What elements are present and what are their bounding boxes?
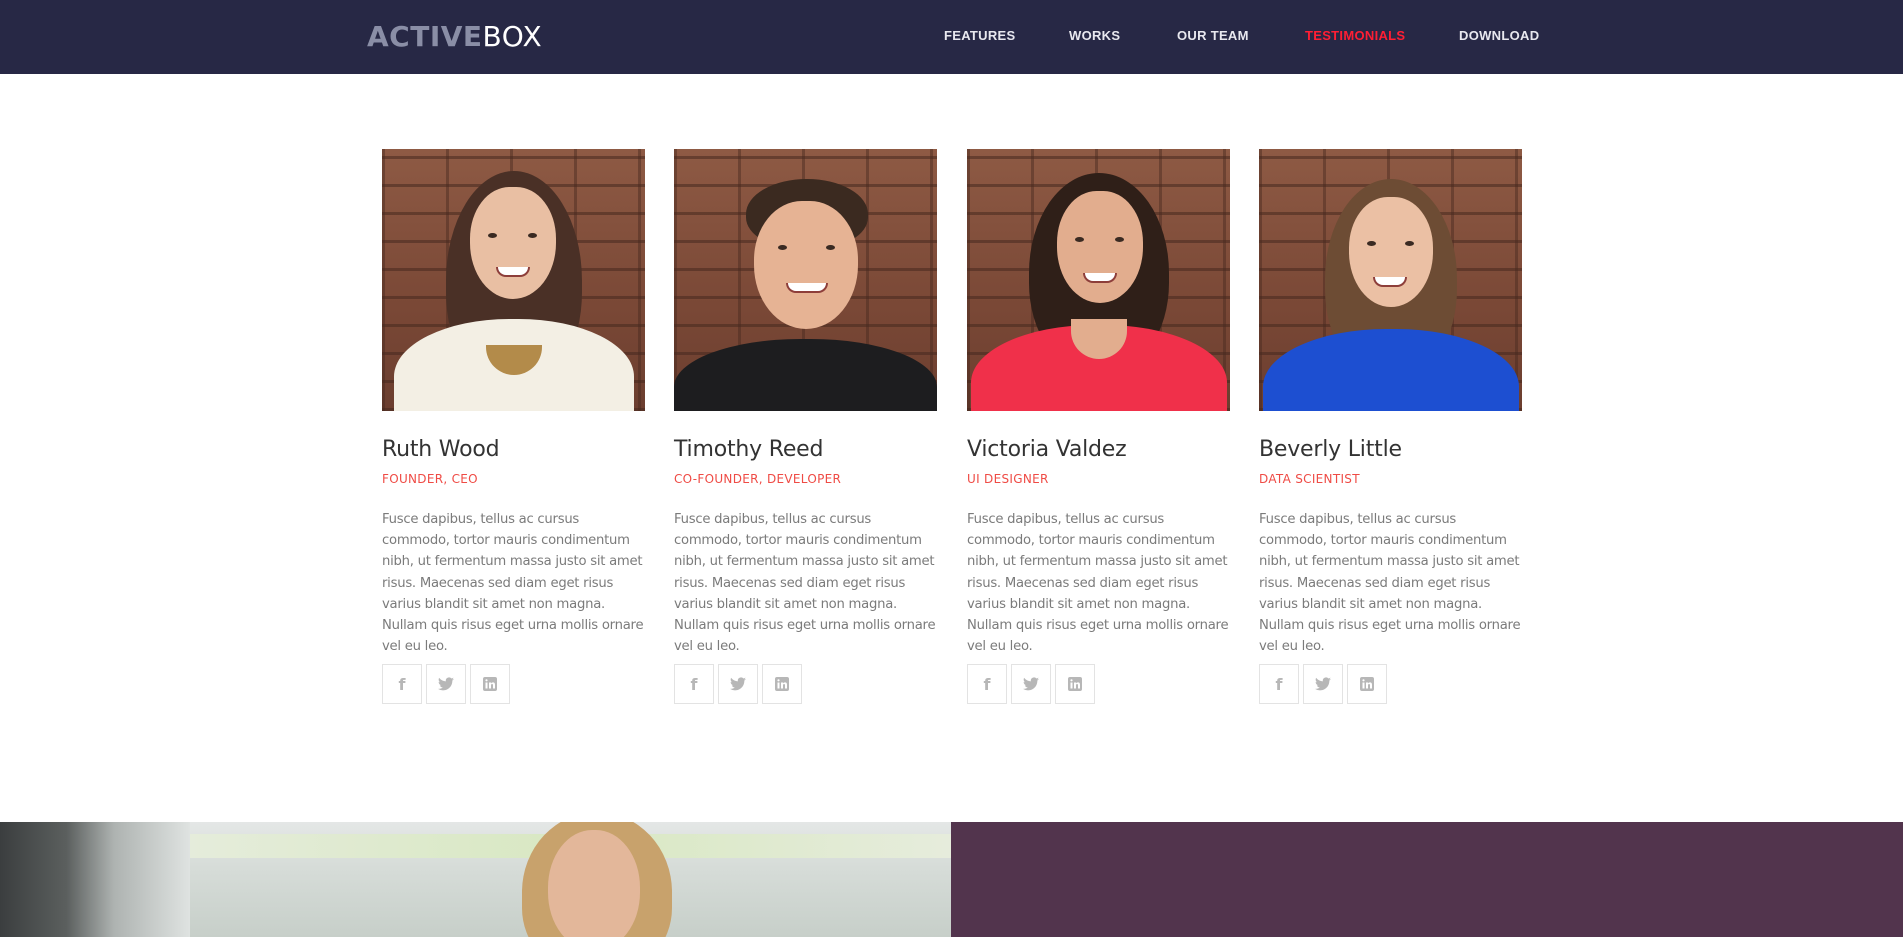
team-member-card: Victoria Valdez UI DESIGNER Fusce dapibu…	[967, 149, 1230, 704]
team-member-card: Ruth Wood FOUNDER, CEO Fusce dapibus, te…	[382, 149, 645, 704]
team-member-card: Timothy Reed CO-FOUNDER, DEVELOPER Fusce…	[674, 149, 937, 704]
nav-download[interactable]: DOWNLOAD	[1459, 28, 1539, 43]
twitter-icon[interactable]	[718, 664, 758, 704]
social-links: f	[674, 664, 937, 704]
facebook-icon[interactable]: f	[674, 664, 714, 704]
social-links: f	[382, 664, 645, 704]
twitter-icon[interactable]	[1303, 664, 1343, 704]
linkedin-icon[interactable]	[1055, 664, 1095, 704]
team-member-role: FOUNDER, CEO	[382, 472, 478, 486]
team-member-bio: Fusce dapibus, tellus ac cursus commodo,…	[967, 512, 1229, 655]
facebook-icon[interactable]: f	[967, 664, 1007, 704]
social-links: f	[967, 664, 1230, 704]
nav-features[interactable]: FEATURES	[944, 28, 1016, 43]
team-member-name: Beverly Little	[1259, 437, 1402, 462]
team-member-photo	[967, 149, 1230, 411]
team-member-bio: Fusce dapibus, tellus ac cursus commodo,…	[1259, 512, 1521, 655]
team-member-photo	[382, 149, 645, 411]
facebook-icon[interactable]: f	[1259, 664, 1299, 704]
social-links: f	[1259, 664, 1522, 704]
team-member-name: Ruth Wood	[382, 437, 500, 462]
team-member-card: Beverly Little DATA SCIENTIST Fusce dapi…	[1259, 149, 1522, 704]
main-nav: FEATURES WORKS OUR TEAM TESTIMONIALS DOW…	[0, 0, 1903, 74]
team-member-bio: Fusce dapibus, tellus ac cursus commodo,…	[674, 512, 936, 655]
testimonial-photo	[0, 822, 951, 937]
team-member-role: DATA SCIENTIST	[1259, 472, 1360, 486]
twitter-icon[interactable]	[426, 664, 466, 704]
team-member-bio: Fusce dapibus, tellus ac cursus commodo,…	[382, 512, 644, 655]
team-member-name: Timothy Reed	[674, 437, 824, 462]
nav-testimonials[interactable]: TESTIMONIALS	[1305, 28, 1405, 43]
team-member-role: UI DESIGNER	[967, 472, 1049, 486]
twitter-icon[interactable]	[1011, 664, 1051, 704]
team-member-photo	[1259, 149, 1522, 411]
testimonial-panel	[951, 822, 1903, 937]
team-member-name: Victoria Valdez	[967, 437, 1127, 462]
nav-our-team[interactable]: OUR TEAM	[1177, 28, 1249, 43]
team-member-photo	[674, 149, 937, 411]
linkedin-icon[interactable]	[470, 664, 510, 704]
facebook-icon[interactable]: f	[382, 664, 422, 704]
nav-works[interactable]: WORKS	[1069, 28, 1120, 43]
linkedin-icon[interactable]	[1347, 664, 1387, 704]
site-header: ACTIVEBOX FEATURES WORKS OUR TEAM TESTIM…	[0, 0, 1903, 74]
team-member-role: CO-FOUNDER, DEVELOPER	[674, 472, 842, 486]
linkedin-icon[interactable]	[762, 664, 802, 704]
